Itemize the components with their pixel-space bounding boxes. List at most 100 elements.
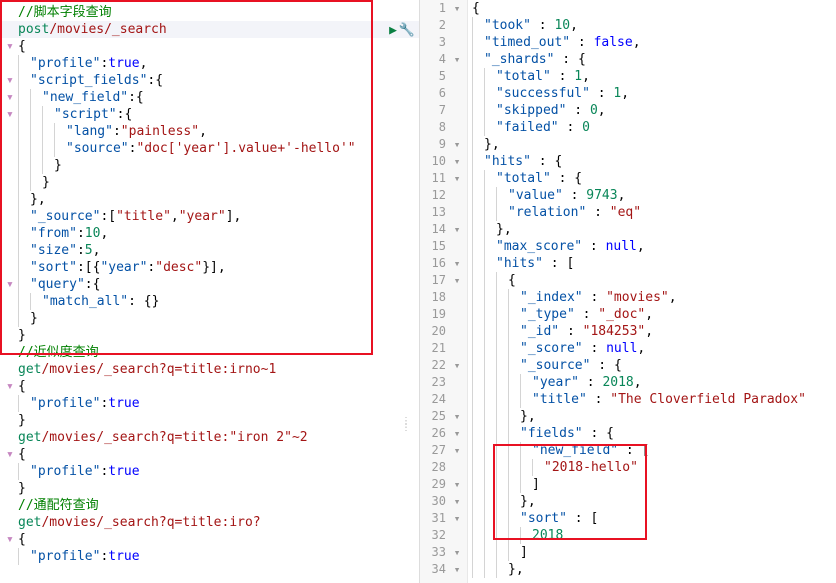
request-line[interactable]: }: [0, 412, 419, 429]
response-viewer[interactable]: {"took" : 10,"timed_out" : false,"_shard…: [468, 0, 836, 583]
request-line[interactable]: ▾"new_field":{: [0, 89, 419, 106]
response-line: "2018-hello": [468, 459, 836, 476]
line-number: 24: [420, 391, 450, 408]
response-line: },: [468, 221, 836, 238]
fold-toggle: [450, 187, 464, 204]
line-number: 2: [420, 17, 450, 34]
line-number: 12: [420, 187, 450, 204]
request-line[interactable]: get /movies/_search?q=title:"iron 2"~2: [0, 429, 419, 446]
fold-toggle[interactable]: ▾: [450, 561, 464, 578]
request-line[interactable]: ▾{: [0, 446, 419, 463]
request-line[interactable]: },: [0, 191, 419, 208]
request-line[interactable]: }: [0, 480, 419, 497]
fold-toggle[interactable]: ▾: [450, 476, 464, 493]
request-line[interactable]: "profile":true: [0, 548, 419, 565]
line-number: 15: [420, 238, 450, 255]
http-path: /movies/_search?q=title:iro?: [41, 514, 260, 531]
response-line: "sort" : [: [468, 510, 836, 527]
run-icon[interactable]: ▶: [389, 22, 397, 39]
request-line[interactable]: }: [0, 310, 419, 327]
fold-toggle[interactable]: ▾: [450, 442, 464, 459]
fold-toggle[interactable]: ▾: [450, 221, 464, 238]
fold-toggle[interactable]: ▾: [450, 510, 464, 527]
http-method: get: [18, 514, 41, 531]
fold-toggle[interactable]: ▾: [450, 544, 464, 561]
fold-toggle[interactable]: ▾: [450, 170, 464, 187]
panel-resize-handle[interactable]: ⋮⋮⋮: [401, 420, 411, 429]
fold-toggle[interactable]: ▾: [450, 0, 464, 17]
request-editor[interactable]: //脚本字段查询post /movies/_search▶🔧▾{"profile…: [0, 0, 419, 569]
request-line[interactable]: }: [0, 174, 419, 191]
response-line: {: [468, 272, 836, 289]
request-line[interactable]: "size":5,: [0, 242, 419, 259]
response-line: },: [468, 136, 836, 153]
request-line[interactable]: ▾"script":{: [0, 106, 419, 123]
response-line: "hits" : [: [468, 255, 836, 272]
request-editor-panel: //脚本字段查询post /movies/_search▶🔧▾{"profile…: [0, 0, 419, 583]
fold-toggle[interactable]: ▾: [450, 272, 464, 289]
response-line: "_score" : null,: [468, 340, 836, 357]
fold-marker: ▾: [6, 38, 18, 55]
line-number: 4: [420, 51, 450, 68]
fold-toggle[interactable]: ▾: [450, 408, 464, 425]
response-line: "title" : "The Cloverfield Paradox": [468, 391, 836, 408]
line-number: 19: [420, 306, 450, 323]
response-line: },: [468, 493, 836, 510]
request-line[interactable]: //脚本字段查询: [0, 4, 419, 21]
response-line: 2018: [468, 527, 836, 544]
fold-toggle[interactable]: ▾: [450, 153, 464, 170]
request-line[interactable]: "source":"doc['year'].value+'-hello'": [0, 140, 419, 157]
request-line[interactable]: ▾{: [0, 531, 419, 548]
request-line[interactable]: get /movies/_search?q=title:irno~1: [0, 361, 419, 378]
request-line[interactable]: "profile":true,: [0, 55, 419, 72]
request-line[interactable]: "from":10,: [0, 225, 419, 242]
line-number: 29: [420, 476, 450, 493]
fold-toggle: [450, 34, 464, 51]
response-line: ]: [468, 544, 836, 561]
fold-marker: ▾: [6, 276, 18, 293]
fold-toggle: [450, 323, 464, 340]
request-line[interactable]: "profile":true: [0, 463, 419, 480]
fold-toggle[interactable]: ▾: [450, 51, 464, 68]
line-number: 16: [420, 255, 450, 272]
line-number: 14: [420, 221, 450, 238]
request-line[interactable]: //近似度查询: [0, 344, 419, 361]
request-line[interactable]: //通配符查询: [0, 497, 419, 514]
request-line[interactable]: }: [0, 327, 419, 344]
fold-toggle[interactable]: ▾: [450, 425, 464, 442]
fold-marker: ▾: [6, 89, 18, 106]
line-number: 28: [420, 459, 450, 476]
wrench-icon[interactable]: 🔧: [399, 22, 415, 39]
line-number: 34: [420, 561, 450, 578]
line-number: 11: [420, 170, 450, 187]
request-line[interactable]: }: [0, 157, 419, 174]
request-line[interactable]: "_source":["title","year"],: [0, 208, 419, 225]
fold-toggle: [450, 391, 464, 408]
request-line[interactable]: "lang":"painless",: [0, 123, 419, 140]
response-line: "_source" : {: [468, 357, 836, 374]
request-line[interactable]: ▾"query":{: [0, 276, 419, 293]
line-number: 10: [420, 153, 450, 170]
request-line[interactable]: "sort":[{"year":"desc"}],: [0, 259, 419, 276]
response-line: "took" : 10,: [468, 17, 836, 34]
fold-toggle[interactable]: ▾: [450, 255, 464, 272]
http-method: post: [18, 21, 49, 38]
request-line[interactable]: ▾{: [0, 38, 419, 55]
fold-toggle[interactable]: ▾: [450, 357, 464, 374]
request-line[interactable]: ▾"script_fields":{: [0, 72, 419, 89]
response-line: "_id" : "184253",: [468, 323, 836, 340]
request-line[interactable]: get /movies/_search?q=title:iro?: [0, 514, 419, 531]
fold-toggle: [450, 306, 464, 323]
request-line[interactable]: post /movies/_search ▶🔧: [0, 21, 419, 38]
fold-toggle[interactable]: ▾: [450, 136, 464, 153]
response-line: "total" : 1,: [468, 68, 836, 85]
request-line[interactable]: ▾{: [0, 378, 419, 395]
http-path: /movies/_search: [49, 21, 166, 38]
request-line[interactable]: "match_all": {}: [0, 293, 419, 310]
http-method: get: [18, 361, 41, 378]
line-number: 1: [420, 0, 450, 17]
fold-toggle[interactable]: ▾: [450, 493, 464, 510]
response-line: "failed" : 0: [468, 119, 836, 136]
request-line[interactable]: "profile":true: [0, 395, 419, 412]
fold-toggle: [450, 459, 464, 476]
